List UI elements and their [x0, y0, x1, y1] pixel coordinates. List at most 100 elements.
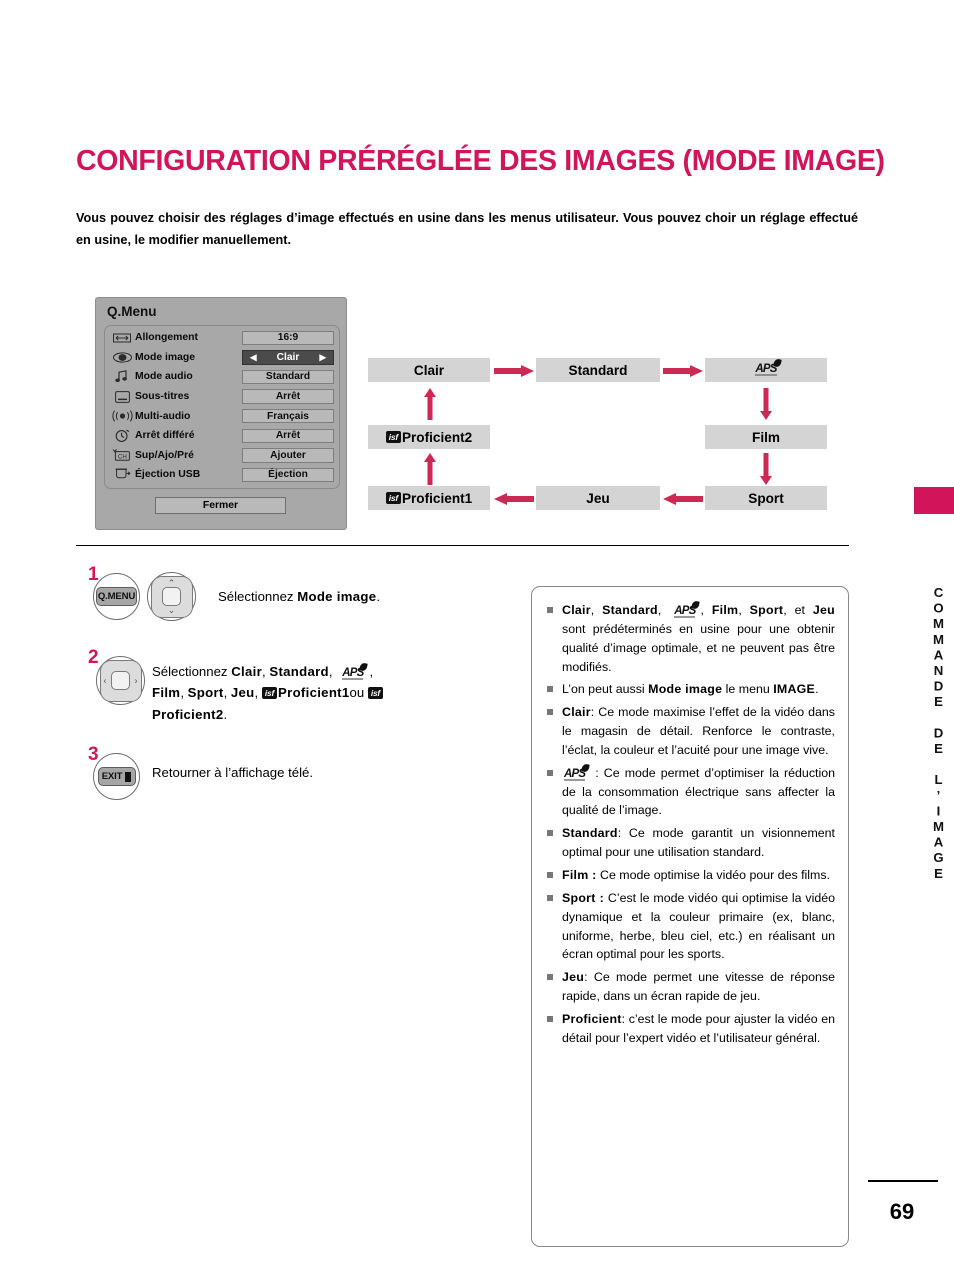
notes-box: Clair, Standard, APS, Film, Sport, et Je… [531, 586, 849, 1247]
step-3-text: Retourner à l’affichage télé. [152, 765, 314, 780]
note-item: Clair, Standard, APS, Film, Sport, et Je… [545, 600, 835, 676]
qmenu-value-sous-titres[interactable]: Arrêt [242, 389, 334, 404]
aps-logo-icon: APS [342, 662, 369, 680]
arrow-aps-to-film [760, 388, 772, 420]
qmenu-key-label: Q.MENU [96, 587, 137, 606]
qmenu-list: Allongement 16:9 Mode image ◀ Clair ▶ Mo… [104, 325, 340, 489]
qmenu-value-mode-audio[interactable]: Standard [242, 369, 334, 385]
multi-audio-icon [111, 409, 133, 423]
dpad-center[interactable] [162, 587, 181, 606]
chevron-left-icon: ‹ [103, 675, 107, 685]
dpad-left-right[interactable]: ‹ › [99, 659, 142, 702]
qmenu-value-arret-differe[interactable]: Arrêt [242, 428, 334, 444]
page-title: CONFIGURATION PRÉRÉGLÉE DES IMAGES (MODE… [76, 145, 885, 177]
page-number: 69 [889, 1199, 915, 1224]
arrow-standard-to-aps [663, 364, 703, 377]
step-2-text: Sélectionnez Clair, Standard, APS, Film,… [152, 661, 502, 725]
flow-box-sport: Sport [705, 486, 827, 510]
qmenu-row-mode-image[interactable]: Mode image ◀ Clair ▶ [105, 348, 341, 368]
flow-box-aps: APS [705, 358, 827, 382]
qmenu-row-arret-differe[interactable]: Arrêt différé Arrêt [105, 426, 341, 446]
exit-text: EXIT [101, 771, 123, 782]
music-note-icon [111, 370, 133, 384]
qmenu-value-ejection-usb[interactable]: Éjection [242, 467, 334, 483]
qmenu-label: Multi-audio [135, 410, 191, 422]
intro-paragraph: Vous pouvez choisir des réglages d’image… [76, 211, 858, 247]
arrow-proficient1-to-proficient2 [424, 453, 436, 485]
isf-badge-icon: isf [367, 687, 384, 700]
arrow-sport-to-jeu [663, 492, 703, 505]
qmenu-value-sup-ajo-pre[interactable]: Ajouter [242, 448, 334, 463]
qmenu-title: Q.Menu [107, 304, 157, 319]
flow-box-clair: Clair [368, 358, 490, 382]
aps-logo-icon: APS [674, 600, 701, 618]
qmenu-panel: Q.Menu Allongement 16:9 Mode image ◀ Cla… [95, 297, 347, 530]
exit-square-icon [125, 771, 132, 782]
arrow-proficient2-to-clair [424, 388, 436, 420]
note-item: Film : Ce mode optimise la vidéo pour de… [545, 866, 835, 885]
note-item: Clair: Ce mode maximise l’effet de la vi… [545, 703, 835, 760]
note-item: Jeu: Ce mode permet une vitesse de répon… [545, 968, 835, 1006]
qmenu-value-allongement[interactable]: 16:9 [242, 330, 334, 346]
nav-updown-button[interactable]: ⌃ ⌄ [147, 572, 196, 621]
qmenu-row-ejection-usb[interactable]: Éjection USB Éjection [105, 465, 341, 485]
note-item: L’on peut aussi Mode image le menu IMAGE… [545, 680, 835, 699]
qmenu-row-mode-audio[interactable]: Mode audio Standard [105, 367, 341, 387]
dpad-center[interactable] [111, 671, 130, 690]
step-1-text: Sélectionnez Mode image. [218, 586, 518, 607]
flow-box-jeu: Jeu [536, 486, 660, 510]
eye-icon [111, 350, 133, 364]
arrow-jeu-to-proficient1 [494, 492, 534, 505]
nav-leftright-button[interactable]: ‹ › [96, 656, 145, 705]
page-number-rule [868, 1180, 938, 1182]
exit-key-label: EXIT [97, 767, 136, 786]
qmenu-row-sous-titres[interactable]: Sous-titres Arrêt [105, 387, 341, 407]
qmenu-label: Éjection USB [135, 469, 201, 481]
isf-badge-icon: isf [385, 492, 401, 504]
flow-label-proficient1: Proficient1 [401, 490, 473, 506]
step-2-number: 2 [88, 647, 99, 668]
step-1-prefix: Sélectionnez [218, 589, 298, 604]
flow-box-standard: Standard [536, 358, 660, 382]
qmenu-label: Mode image [135, 351, 196, 363]
sleep-timer-icon [111, 429, 133, 443]
section-tab-marker [914, 487, 954, 514]
dpad-up-down[interactable]: ⌃ ⌄ [150, 575, 193, 618]
qmenu-close-button[interactable]: Fermer [155, 497, 286, 514]
step-1-bold: Mode image [297, 589, 377, 604]
qmenu-value-multi-audio[interactable]: Français [242, 408, 334, 424]
arrow-film-to-sport [760, 453, 772, 485]
qmenu-row-multi-audio[interactable]: Multi-audio Français [105, 406, 341, 426]
stretch-arrows-icon [111, 331, 133, 345]
right-arrow-icon[interactable]: ▶ [319, 353, 326, 362]
section-divider [76, 545, 849, 547]
flow-label-proficient2: Proficient2 [401, 429, 473, 445]
chevron-down-icon: ⌄ [167, 604, 176, 615]
note-item: Proficient: c’est le mode pour ajuster l… [545, 1010, 835, 1048]
qmenu-label: Arrêt différé [135, 430, 195, 442]
qmenu-row-sup-ajo-pre[interactable]: CH Sup/Ajo/Pré Ajouter [105, 446, 341, 466]
qmenu-key-button[interactable]: Q.MENU [93, 573, 140, 620]
flow-box-film: Film [705, 425, 827, 449]
exit-key-button[interactable]: EXIT [93, 753, 140, 800]
note-item: Standard: Ce mode garantit un visionneme… [545, 824, 835, 862]
picture-mode-flow-diagram: Clair Standard APS isf Proficient2 Film i… [368, 358, 858, 518]
qmenu-label: Allongement [135, 332, 198, 344]
qmenu-row-allongement[interactable]: Allongement 16:9 [105, 328, 341, 348]
chevron-up-icon: ⌃ [167, 577, 176, 588]
aps-logo-icon: APS [755, 358, 782, 377]
step-1-suffix: . [376, 589, 381, 604]
note-item: APS : Ce mode permet d’optimiser la rédu… [545, 763, 835, 821]
qmenu-value-mode-image[interactable]: ◀ Clair ▶ [242, 350, 334, 365]
chevron-right-icon: › [134, 675, 138, 685]
arrow-clair-to-standard [494, 364, 534, 377]
qmenu-label: Mode audio [135, 371, 193, 383]
flow-box-proficient2: isf Proficient2 [368, 425, 490, 449]
channel-edit-icon: CH [111, 448, 133, 462]
subtitle-box-icon [111, 390, 133, 404]
note-item: Sport : C’est le mode vidéo qui optimise… [545, 889, 835, 964]
section-side-label: COMMANDE DE L’IMAGE [931, 585, 946, 882]
qmenu-selected-value: Clair [276, 351, 300, 363]
isf-badge-icon: isf [385, 431, 401, 443]
aps-logo-icon: APS [564, 763, 591, 781]
